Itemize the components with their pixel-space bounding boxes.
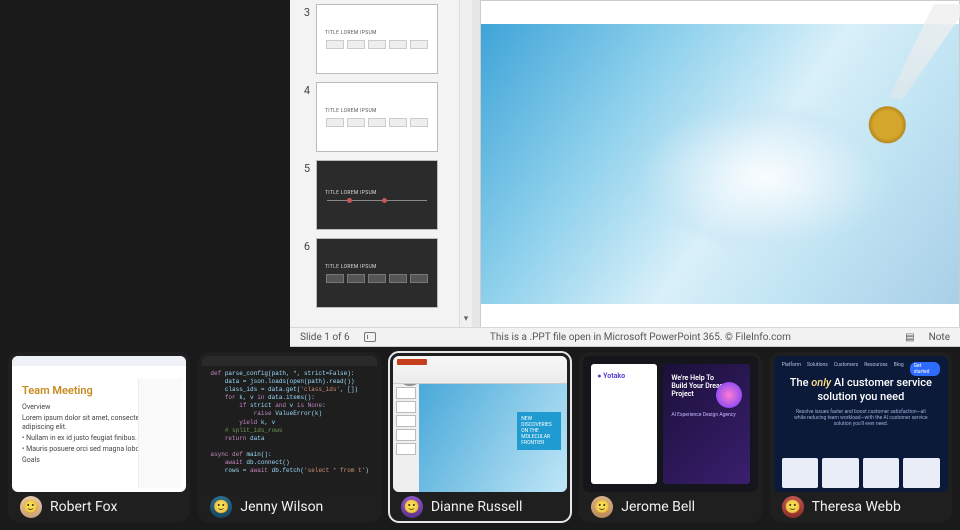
slide-thumb-title: TITLE LOREM IPSUM bbox=[325, 30, 377, 36]
tile-footer: 🙂 Robert Fox bbox=[8, 492, 190, 522]
slide-thumbnail-rail[interactable]: 3 TITLE LOREM IPSUM 4 TITLE LOREM IPSUM 5 TIT… bbox=[290, 0, 460, 328]
slide-thumb-title: TITLE LOREM IPSUM bbox=[325, 108, 377, 114]
status-footer-note: This is a .PPT file open in Microsoft Po… bbox=[490, 332, 791, 343]
notes-icon[interactable]: ▤ bbox=[905, 332, 914, 343]
slide-hero-image bbox=[481, 24, 959, 304]
participant-name: Robert Fox bbox=[50, 499, 117, 515]
participant-tile-jenny-wilson[interactable]: def parse_config(path, *, strict=False):… bbox=[198, 352, 380, 522]
participant-name: Theresa Webb bbox=[812, 499, 901, 515]
avatar: 🙂 bbox=[20, 496, 42, 518]
reading-view-icon[interactable] bbox=[364, 332, 376, 342]
meeting-stage: 3 TITLE LOREM IPSUM 4 TITLE LOREM IPSUM 5 TIT… bbox=[0, 0, 960, 530]
shared-screen-powerpoint: 3 TITLE LOREM IPSUM 4 TITLE LOREM IPSUM 5 TIT… bbox=[290, 0, 960, 347]
screen-share-preview: NEW DISCOVERIES ON THE MOLECULAR FRONTIE… bbox=[393, 356, 567, 492]
screen-share-preview: def parse_config(path, *, strict=False):… bbox=[202, 356, 376, 492]
hero-headline: We're Help To Build Your Dream Project bbox=[671, 374, 731, 398]
slide-number: 6 bbox=[296, 240, 310, 253]
slide-thumb-title: TITLE LOREM IPSUM bbox=[325, 264, 377, 270]
avatar: 🙂 bbox=[210, 496, 232, 518]
powerpoint-status-bar: Slide 1 of 6 This is a .PPT file open in… bbox=[290, 327, 960, 346]
slide-number: 5 bbox=[296, 162, 310, 175]
participant-name: Jenny Wilson bbox=[240, 499, 323, 515]
slide-thumb-5[interactable]: 5 TITLE LOREM IPSUM bbox=[296, 160, 451, 230]
avatar: 🙂 bbox=[591, 496, 613, 518]
slide-number: 3 bbox=[296, 6, 310, 19]
notes-button[interactable]: Note bbox=[929, 332, 950, 343]
tile-footer: 🙂 Dianne Russell bbox=[389, 492, 571, 522]
thumbnail-scrollbar[interactable]: ▾ bbox=[460, 0, 472, 328]
participant-tile-jerome-bell[interactable]: ● Yotako We're Help To Build Your Dream P… bbox=[579, 352, 761, 522]
ai-hero-sub: Resolve issues faster and boost customer… bbox=[790, 409, 932, 427]
slide-thumb-preview: TITLE LOREM IPSUM bbox=[316, 160, 438, 230]
code-editor-content: def parse_config(path, *, strict=False):… bbox=[210, 370, 368, 475]
slide-thumb-4[interactable]: 4 TITLE LOREM IPSUM bbox=[296, 82, 451, 152]
chevron-down-icon[interactable]: ▾ bbox=[464, 314, 469, 328]
participant-tile-dianne-russell[interactable]: ★NEW DISCOVERIES ON THE MOLECULAR FRONTI… bbox=[389, 352, 571, 522]
site-logo: ● Yotako bbox=[597, 372, 651, 380]
screen-share-preview: ● Yotako We're Help To Build Your Dream P… bbox=[583, 356, 757, 492]
slide-caption: NEW DISCOVERIES ON THE MOLECULAR FRONTIE… bbox=[517, 412, 561, 450]
avatar: 🙂 bbox=[401, 496, 423, 518]
get-started-button: Get started bbox=[910, 362, 940, 376]
tile-footer: 🙂 Theresa Webb bbox=[770, 492, 952, 522]
slide-number: 4 bbox=[296, 84, 310, 97]
slide-thumb-preview: TITLE LOREM IPSUM bbox=[316, 82, 438, 152]
screen-share-preview: Team MeetingOverviewLorem ipsum dolor si… bbox=[12, 356, 186, 492]
ai-hero-headline: The only AI customer service solution yo… bbox=[790, 376, 932, 405]
participant-strip: Team MeetingOverviewLorem ipsum dolor si… bbox=[8, 352, 952, 522]
avatar: 🙂 bbox=[782, 496, 804, 518]
site-nav: PlatformSolutionsCustomersResourcesBlogG… bbox=[782, 362, 940, 376]
slide-counter: Slide 1 of 6 bbox=[300, 332, 350, 343]
screen-share-preview: PlatformSolutionsCustomersResourcesBlogG… bbox=[774, 356, 948, 492]
tile-footer: 🙂 Jenny Wilson bbox=[198, 492, 380, 522]
tile-footer: 🙂 Jerome Bell bbox=[579, 492, 761, 522]
participant-tile-theresa-webb[interactable]: PlatformSolutionsCustomersResourcesBlogG… bbox=[770, 352, 952, 522]
slide-thumb-preview: TITLE LOREM IPSUM bbox=[316, 238, 438, 308]
participant-name: Dianne Russell bbox=[431, 499, 523, 515]
main-slide-canvas[interactable] bbox=[480, 0, 960, 328]
slide-thumb-title: TITLE LOREM IPSUM bbox=[325, 190, 377, 196]
slide-thumb-6[interactable]: 6 TITLE LOREM IPSUM bbox=[296, 238, 451, 308]
slide-thumb-preview: TITLE LOREM IPSUM bbox=[316, 4, 438, 74]
participant-tile-robert-fox[interactable]: Team MeetingOverviewLorem ipsum dolor si… bbox=[8, 352, 190, 522]
participant-name: Jerome Bell bbox=[621, 499, 695, 515]
hero-sub: AI Experience Design Agency bbox=[671, 412, 741, 418]
slide-thumb-3[interactable]: 3 TITLE LOREM IPSUM bbox=[296, 4, 451, 74]
